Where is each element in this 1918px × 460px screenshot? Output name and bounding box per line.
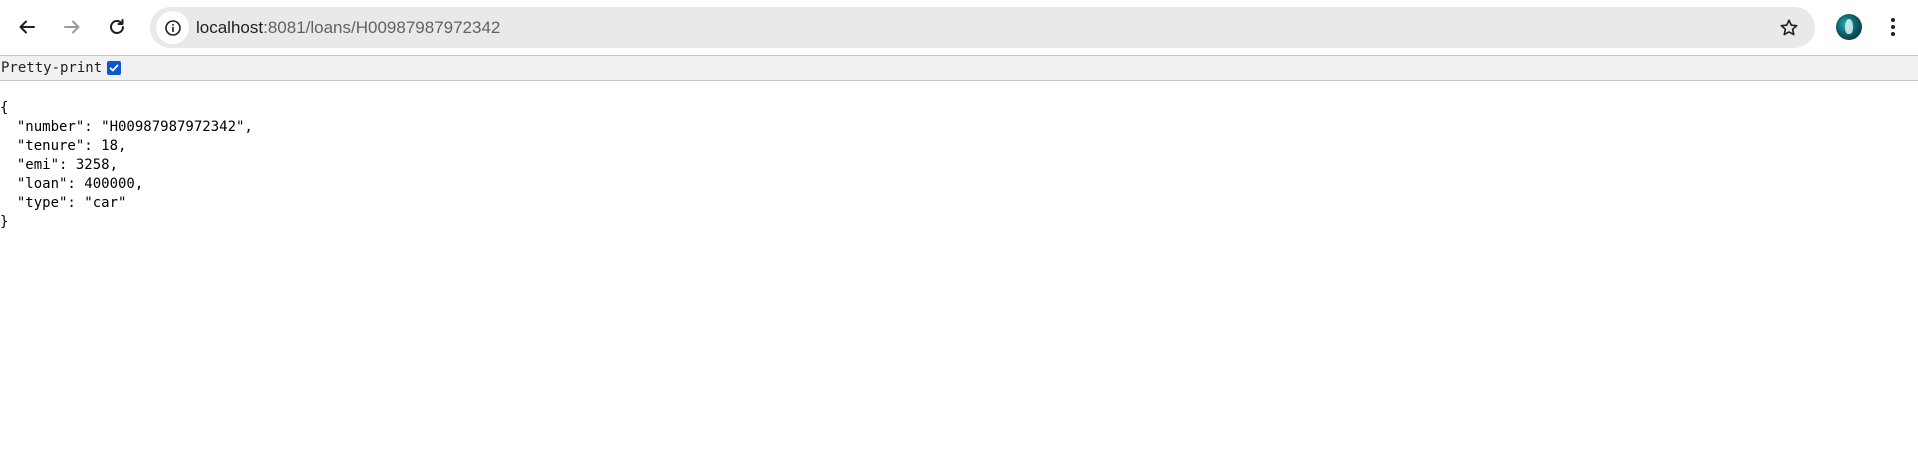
arrow-right-icon xyxy=(64,20,80,34)
browser-menu-button[interactable] xyxy=(1878,12,1908,42)
forward-button[interactable] xyxy=(54,9,90,45)
pretty-print-label: Pretty-print xyxy=(1,60,103,76)
url-host: localhost xyxy=(196,18,264,37)
profile-avatar[interactable] xyxy=(1836,14,1862,40)
browser-toolbar: localhost:8081/loans/H00987987972342 xyxy=(0,0,1918,54)
reload-button[interactable] xyxy=(99,9,135,45)
pretty-print-checkbox[interactable] xyxy=(107,61,122,75)
arrow-left-icon xyxy=(19,20,35,34)
reload-icon xyxy=(110,19,124,34)
checkmark-icon xyxy=(109,64,119,72)
kebab-menu-icon xyxy=(1891,18,1895,36)
json-content: { "number": "H00987987972342", "tenure":… xyxy=(0,100,253,230)
pretty-print-bar: Pretty-print xyxy=(0,55,1918,81)
site-info-button[interactable] xyxy=(156,11,189,44)
info-icon xyxy=(164,19,181,36)
address-bar[interactable]: localhost:8081/loans/H00987987972342 xyxy=(150,7,1815,48)
url-text[interactable]: localhost:8081/loans/H00987987972342 xyxy=(196,7,500,48)
bookmark-button[interactable] xyxy=(1772,11,1805,44)
url-path: :8081/loans/H00987987972342 xyxy=(263,18,501,37)
star-icon xyxy=(1780,18,1797,35)
back-button[interactable] xyxy=(9,9,45,45)
